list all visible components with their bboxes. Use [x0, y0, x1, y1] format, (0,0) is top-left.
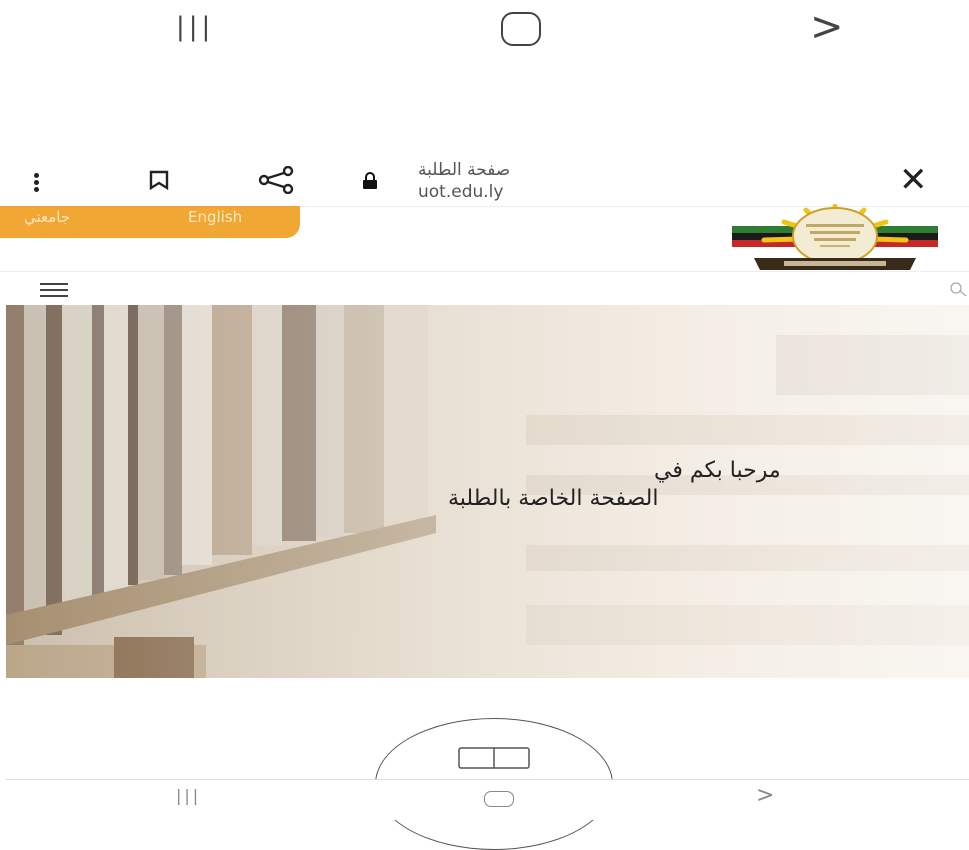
home-icon[interactable]	[501, 12, 541, 46]
recent-apps-icon[interactable]: |||	[176, 786, 201, 805]
hamburger-menu-icon[interactable]	[40, 283, 68, 297]
page-url[interactable]: uot.edu.ly	[418, 182, 503, 202]
reader-mode-icon[interactable]	[458, 746, 530, 770]
hero-heading-line1: مرحبا بكم في	[654, 458, 781, 483]
university-logo[interactable]	[724, 203, 946, 272]
bookmark-icon[interactable]	[148, 170, 170, 191]
english-language-link[interactable]: English	[188, 208, 242, 226]
page-title[interactable]: صفحة الطلبة	[418, 160, 510, 180]
header-divider	[0, 271, 969, 272]
search-icon[interactable]	[948, 280, 968, 298]
close-icon[interactable]: ✕	[899, 163, 928, 197]
back-icon[interactable]: >	[810, 4, 844, 50]
my-university-link[interactable]: جامعتي	[24, 208, 70, 226]
recent-apps-icon[interactable]: |||	[176, 12, 214, 42]
more-menu-icon[interactable]	[34, 172, 42, 192]
top-links-bar: جامعتي English	[0, 206, 300, 238]
home-icon[interactable]	[484, 791, 514, 807]
hero-heading-line2: الصفحة الخاصة بالطلبة	[448, 486, 659, 511]
back-icon[interactable]: >	[756, 783, 774, 808]
lock-icon	[362, 172, 378, 190]
share-icon[interactable]	[254, 165, 298, 195]
